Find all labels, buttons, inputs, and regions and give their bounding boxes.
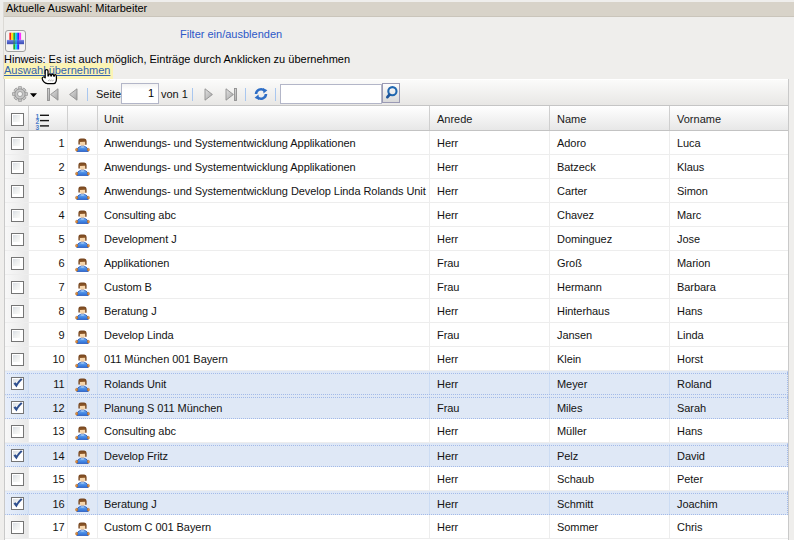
svg-text:3: 3 [36, 124, 40, 131]
